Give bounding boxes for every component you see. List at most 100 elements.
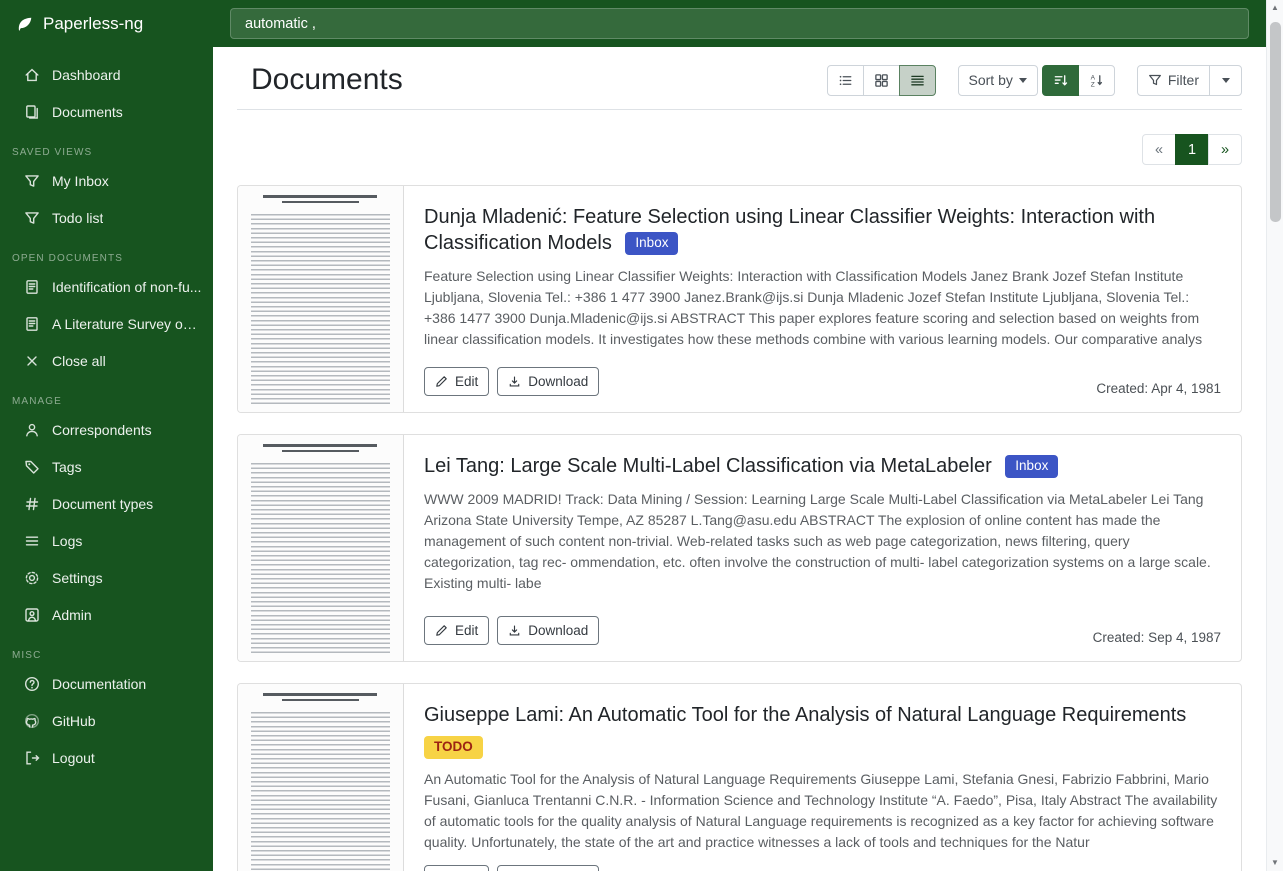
sidebar-item-logs[interactable]: Logs [0, 525, 213, 557]
download-label: Download [528, 374, 588, 389]
view-mode-group [827, 65, 936, 96]
document-excerpt: Feature Selection using Linear Classifie… [424, 266, 1221, 355]
download-button[interactable]: Download [497, 865, 599, 871]
document-card-body: Dunja Mladenić: Feature Selection using … [404, 186, 1241, 412]
sidebar-item-label: My Inbox [52, 173, 109, 189]
scroll-down-button[interactable]: ▼ [1271, 858, 1279, 868]
edit-button[interactable]: Edit [424, 367, 489, 396]
view-details-button[interactable] [899, 65, 936, 96]
chevron-down-icon [1019, 78, 1027, 83]
sidebar-item-label: Documentation [52, 676, 146, 692]
sort-direction-group [1042, 65, 1115, 96]
toolbar: Sort by Filter [827, 65, 1242, 96]
document-actions: Edit Download [424, 616, 599, 645]
sort-alpha-down-button[interactable] [1078, 65, 1115, 96]
sidebar-item-correspondents[interactable]: Correspondents [0, 414, 213, 446]
document-actions: Edit Download [424, 367, 599, 396]
list-ul-icon [838, 73, 853, 88]
filter-group: Filter [1137, 65, 1242, 96]
pencil-icon [435, 624, 448, 637]
download-button[interactable]: Download [497, 616, 599, 645]
filter-button[interactable]: Filter [1137, 65, 1210, 96]
sidebar-item-logout[interactable]: Logout [0, 742, 213, 774]
main-content: Documents Sort by [213, 47, 1266, 871]
sidebar-item-tags[interactable]: Tags [0, 451, 213, 483]
tag-badge-todo[interactable]: TODO [424, 736, 483, 759]
document-excerpt: WWW 2009 MADRID! Track: Data Mining / Se… [424, 489, 1221, 604]
sidebar-item-todo-list[interactable]: Todo list [0, 202, 213, 234]
tag-badge-inbox[interactable]: Inbox [625, 232, 678, 255]
sidebar-item-admin[interactable]: Admin [0, 599, 213, 631]
document-title[interactable]: Giuseppe Lami: An Automatic Tool for the… [424, 702, 1221, 728]
app-logo[interactable]: Paperless-ng [0, 0, 213, 47]
pencil-icon [435, 375, 448, 388]
document-card-footer: Edit Download [424, 865, 1221, 871]
sidebar: Paperless-ng Dashboard Documents SAVED V… [0, 0, 213, 871]
sidebar-section-misc: MISC [0, 644, 213, 668]
logout-icon [24, 750, 40, 766]
filter-label: Filter [1168, 72, 1199, 88]
edit-label: Edit [455, 374, 478, 389]
document-title-text: Giuseppe Lami: An Automatic Tool for the… [424, 704, 1186, 726]
files-icon [24, 104, 40, 120]
pagination-next-button[interactable]: » [1208, 134, 1242, 165]
document-thumbnail[interactable] [238, 435, 404, 661]
document-title[interactable]: Lei Tang: Large Scale Multi-Label Classi… [424, 453, 1221, 479]
document-title-text: Dunja Mladenić: Feature Selection using … [424, 206, 1155, 254]
details-bars-icon [910, 73, 925, 88]
download-icon [508, 624, 521, 637]
edit-button[interactable]: Edit [424, 865, 489, 871]
pagination-prev-button[interactable]: « [1142, 134, 1176, 165]
app-name: Paperless-ng [43, 14, 143, 34]
scroll-up-button[interactable]: ▲ [1271, 3, 1279, 13]
view-list-button[interactable] [827, 65, 864, 96]
download-icon [508, 375, 521, 388]
thumbnail-preview [238, 186, 403, 412]
download-button[interactable]: Download [497, 367, 599, 396]
sort-amount-down-button[interactable] [1042, 65, 1079, 96]
sidebar-item-label: Correspondents [52, 422, 152, 438]
document-card-footer: Edit Download Created: Sep 4, 1987 [424, 616, 1221, 645]
tag-icon [24, 459, 40, 475]
sidebar-item-documentation[interactable]: Documentation [0, 668, 213, 700]
chevron-down-icon [1222, 78, 1230, 83]
view-grid-button[interactable] [863, 65, 900, 96]
sidebar-item-documents[interactable]: Documents [0, 96, 213, 128]
sort-controls: Sort by [958, 65, 1115, 96]
search-input[interactable] [230, 8, 1249, 39]
sidebar-item-dashboard[interactable]: Dashboard [0, 59, 213, 91]
download-label: Download [528, 623, 588, 638]
document-thumbnail[interactable] [238, 186, 404, 412]
document-thumbnail[interactable] [238, 684, 404, 871]
tag-row: TODO [424, 736, 1221, 759]
filter-dropdown-toggle[interactable] [1209, 65, 1242, 96]
close-icon [24, 353, 40, 369]
thumbnail-preview [238, 435, 403, 661]
sort-by-dropdown[interactable]: Sort by [958, 65, 1038, 96]
sidebar-item-label: Close all [52, 353, 106, 369]
person-icon [24, 422, 40, 438]
sidebar-item-open-document-1[interactable]: Identification of non-fu... [0, 271, 213, 303]
pagination-page-1-button[interactable]: 1 [1175, 134, 1209, 165]
sidebar-item-label: Documents [52, 104, 123, 120]
pagination-prev-item: « [1142, 134, 1176, 165]
grid-icon [874, 73, 889, 88]
tag-badge-inbox[interactable]: Inbox [1005, 455, 1058, 478]
sidebar-item-close-all[interactable]: Close all [0, 345, 213, 377]
question-circle-icon [24, 676, 40, 692]
page-header: Documents Sort by [237, 63, 1242, 110]
scrollbar-thumb[interactable] [1270, 22, 1281, 222]
sidebar-item-settings[interactable]: Settings [0, 562, 213, 594]
topbar [213, 0, 1266, 47]
sidebar-section-manage: MANAGE [0, 390, 213, 414]
document-title[interactable]: Dunja Mladenić: Feature Selection using … [424, 204, 1221, 256]
sidebar-item-my-inbox[interactable]: My Inbox [0, 165, 213, 197]
sidebar-item-document-types[interactable]: Document types [0, 488, 213, 520]
house-icon [24, 67, 40, 83]
leaf-icon [16, 15, 34, 33]
sidebar-item-open-document-2[interactable]: A Literature Survey on ... [0, 308, 213, 340]
sidebar-item-github[interactable]: GitHub [0, 705, 213, 737]
scrollbar[interactable]: ▲ ▼ [1266, 0, 1283, 871]
edit-button[interactable]: Edit [424, 616, 489, 645]
document-actions: Edit Download [424, 865, 599, 871]
